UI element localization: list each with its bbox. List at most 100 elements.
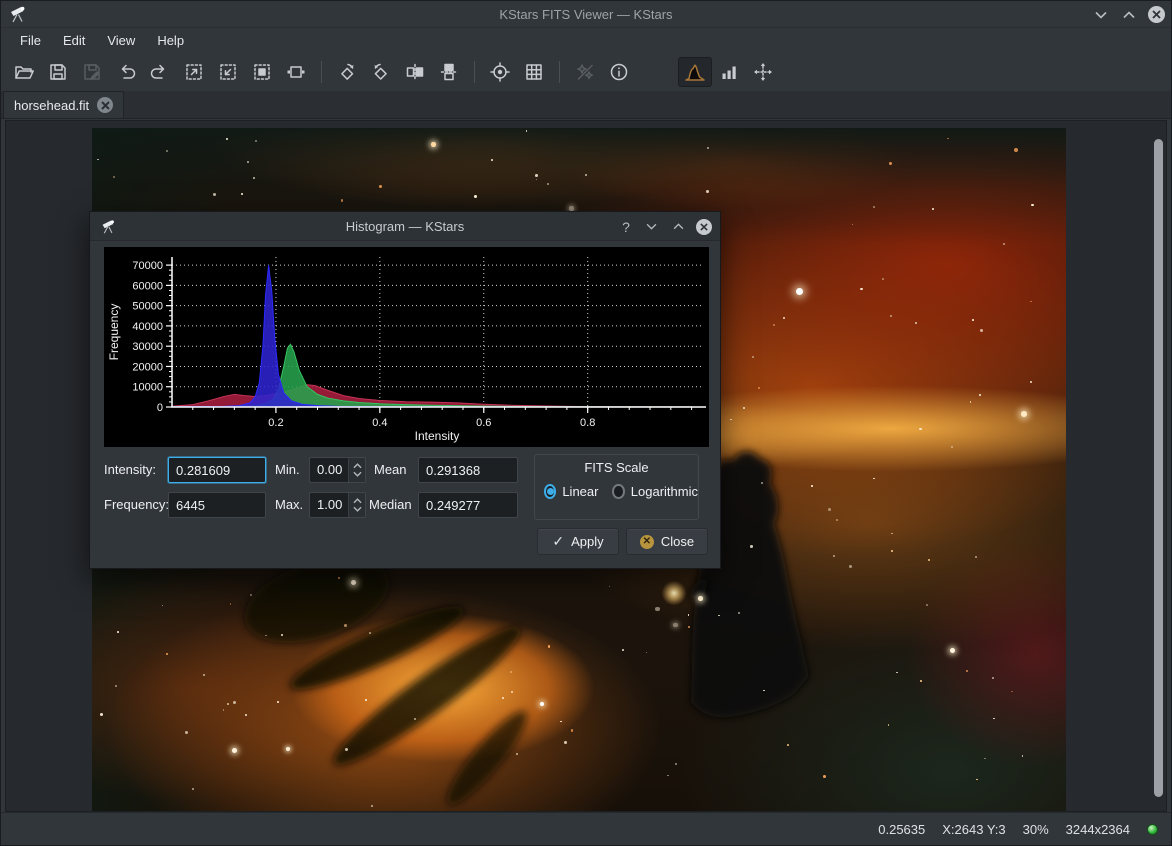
- main-toolbar: [1, 53, 1171, 91]
- toolbar-flip-horizontal-button[interactable]: [398, 57, 432, 87]
- toolbar-rotate-left-button[interactable]: [364, 57, 398, 87]
- status-led-indicator: [1147, 824, 1158, 835]
- y-axis-label: Frequency: [107, 304, 121, 361]
- toolbar-mark-stars-button: [568, 57, 602, 87]
- toolbar-flip-vertical-button[interactable]: [432, 57, 466, 87]
- apply-button[interactable]: ✓ Apply: [537, 528, 619, 555]
- fits-header-icon: [608, 61, 630, 83]
- window-titlebar: KStars FITS Viewer — KStars: [1, 1, 1171, 28]
- toolbar-show-grid-button[interactable]: [517, 57, 551, 87]
- dialog-close-icon[interactable]: [696, 219, 712, 235]
- statusbar: 0.25635 X:2643 Y:3 30% 3244x2364: [1, 812, 1171, 845]
- zoom-in-icon: [183, 61, 205, 83]
- toolbar-separator: [474, 61, 475, 83]
- menu-file[interactable]: File: [9, 30, 52, 51]
- menu-view[interactable]: View: [96, 30, 146, 51]
- dialog-maximize-icon[interactable]: [669, 218, 687, 236]
- menubar: File Edit View Help: [1, 28, 1171, 53]
- histogram-dialog: Histogram — KStars ? 0100002000030000400…: [89, 211, 721, 569]
- zoom-out-icon: [217, 61, 239, 83]
- min-label: Min.: [275, 457, 300, 483]
- toolbar-separator: [559, 61, 560, 83]
- flip-vertical-icon: [438, 61, 460, 83]
- linear-radio-label[interactable]: Linear: [562, 484, 598, 499]
- mean-field[interactable]: [418, 457, 518, 483]
- y-tick-label: 70000: [132, 260, 163, 272]
- dialog-help-icon[interactable]: ?: [619, 219, 633, 235]
- toolbar-open-file-button[interactable]: [7, 57, 41, 87]
- y-tick-label: 10000: [132, 382, 163, 394]
- open-file-icon: [13, 61, 35, 83]
- rotate-right-icon: [336, 61, 358, 83]
- maximize-icon[interactable]: [1120, 6, 1138, 24]
- menu-edit[interactable]: Edit: [52, 30, 96, 51]
- save-file-icon: [47, 61, 69, 83]
- toolbar-pan-mode-button[interactable]: [746, 57, 780, 87]
- tab-horsehead-fit[interactable]: horsehead.fit: [3, 91, 124, 118]
- intensity-label: Intensity:: [104, 457, 156, 483]
- toolbar-zoom-out-button[interactable]: [211, 57, 245, 87]
- histogram-dialog-titlebar[interactable]: Histogram — KStars ?: [90, 212, 720, 241]
- close-button[interactable]: ✕ Close: [626, 528, 708, 555]
- toolbar-zoom-to-fit-button[interactable]: [245, 57, 279, 87]
- toolbar-zoom-in-button[interactable]: [177, 57, 211, 87]
- histogram-icon: [684, 61, 706, 83]
- close-button-label: Close: [661, 534, 694, 549]
- min-spinbox[interactable]: 0.00: [309, 457, 366, 483]
- toolbar-separator: [321, 61, 322, 83]
- toolbar-statistics-button[interactable]: [712, 57, 746, 87]
- max-spin-arrows[interactable]: [348, 493, 365, 517]
- frequency-label: Frequency:: [104, 492, 169, 518]
- kstars-fits-viewer-window: { "window": { "title": "KStars FITS View…: [0, 0, 1172, 846]
- tabbar: horsehead.fit: [1, 91, 1171, 119]
- toolbar-undo-button[interactable]: [109, 57, 143, 87]
- histogram-chart[interactable]: 0100002000030000400005000060000700000.20…: [104, 247, 709, 447]
- minimize-icon[interactable]: [1092, 6, 1110, 24]
- median-field[interactable]: [418, 492, 518, 518]
- dialog-minimize-icon[interactable]: [642, 218, 660, 236]
- tab-close-icon[interactable]: [97, 97, 113, 113]
- toolbar-redo-button[interactable]: [143, 57, 177, 87]
- min-value: 0.00: [310, 458, 348, 482]
- intensity-input[interactable]: [168, 457, 266, 483]
- toolbar-zoom-100-button[interactable]: [279, 57, 313, 87]
- toolbar-fits-header-button[interactable]: [602, 57, 636, 87]
- statistics-icon: [718, 61, 740, 83]
- median-label: Median: [369, 492, 412, 518]
- check-icon: ✓: [552, 533, 564, 550]
- linear-radio[interactable]: [544, 484, 556, 499]
- status-pixel-value: 0.25635: [878, 822, 925, 837]
- max-spinbox[interactable]: 1.00: [309, 492, 366, 518]
- rotate-left-icon: [370, 61, 392, 83]
- menu-help[interactable]: Help: [146, 30, 195, 51]
- logarithmic-radio[interactable]: [612, 484, 624, 499]
- close-x-icon: ✕: [640, 535, 654, 549]
- x-tick-label: 0.8: [580, 417, 595, 429]
- y-tick-label: 40000: [132, 321, 163, 333]
- center-telescope-icon: [489, 61, 511, 83]
- min-spin-arrows[interactable]: [348, 458, 365, 482]
- redo-icon: [149, 61, 171, 83]
- zoom-to-fit-icon: [251, 61, 273, 83]
- status-zoom-level: 30%: [1023, 822, 1049, 837]
- x-tick-label: 0.4: [372, 417, 387, 429]
- tab-label: horsehead.fit: [14, 98, 89, 113]
- toolbar-histogram-button[interactable]: [678, 57, 712, 87]
- toolbar-save-file-button[interactable]: [41, 57, 75, 87]
- vertical-scrollbar[interactable]: [1154, 139, 1163, 797]
- series-blue: [172, 265, 692, 407]
- logarithmic-radio-label[interactable]: Logarithmic: [631, 484, 698, 499]
- toolbar-center-telescope-button[interactable]: [483, 57, 517, 87]
- frequency-input[interactable]: [168, 492, 266, 518]
- apply-button-label: Apply: [571, 534, 604, 549]
- max-value: 1.00: [310, 493, 348, 517]
- pan-mode-icon: [752, 61, 774, 83]
- x-axis-label: Intensity: [415, 429, 460, 443]
- close-window-icon[interactable]: [1148, 6, 1165, 23]
- x-tick-label: 0.6: [476, 417, 491, 429]
- toolbar-save-file-as-button: [75, 57, 109, 87]
- y-tick-label: 50000: [132, 301, 163, 313]
- save-file-as-icon: [81, 61, 103, 83]
- toolbar-rotate-right-button[interactable]: [330, 57, 364, 87]
- status-image-resolution: 3244x2364: [1066, 822, 1130, 837]
